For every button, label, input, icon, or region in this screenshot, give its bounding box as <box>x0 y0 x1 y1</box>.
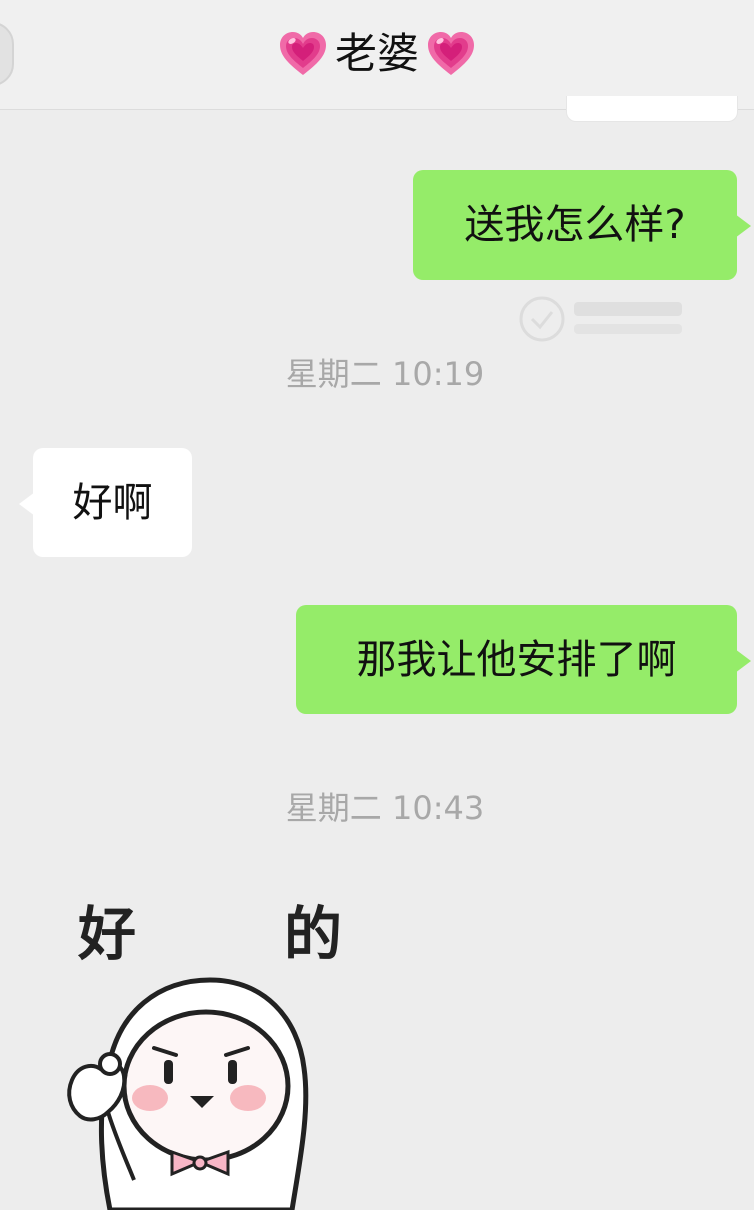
sticker-text-right: 的 <box>284 900 342 968</box>
message-timestamp: 星期二 10:43 <box>285 789 485 827</box>
sticker-bowtie-knot <box>192 1155 208 1171</box>
sticker-blush <box>132 1085 168 1111</box>
sticker-text-left: 好 <box>77 900 136 968</box>
heart-icon <box>428 32 474 75</box>
sticker-eye <box>164 1060 173 1084</box>
message-text: 送我怎么样? <box>464 202 686 248</box>
bubble-tail <box>735 214 751 238</box>
sticker-blush <box>230 1085 266 1111</box>
previous-message-bubble[interactable] <box>566 96 738 122</box>
ok-sticker[interactable]: 好 的 <box>30 890 390 1210</box>
message-text: 好啊 <box>72 479 153 526</box>
bubble-tail <box>19 492 35 516</box>
outgoing-message-bubble[interactable]: 送我怎么样? <box>413 170 751 280</box>
outgoing-message-bubble[interactable]: 那我让他安排了啊 <box>296 605 751 714</box>
message-timestamp: 星期二 10:19 <box>285 355 485 393</box>
incoming-message-bubble[interactable]: 好啊 <box>19 448 192 557</box>
contact-name: 老婆 <box>334 29 419 78</box>
heart-icon <box>279 32 326 75</box>
sticker-ok-hand-loop <box>98 1052 122 1076</box>
sticker-eye <box>228 1060 237 1084</box>
chat-title: 老婆 <box>0 22 754 86</box>
chat-screen: 老婆 送我怎么样? 星期二 10:19 好啊 那我让他安排了啊 星期二 10:4… <box>0 0 754 1210</box>
message-text: 那我让他安排了啊 <box>356 636 677 683</box>
watermark-logo-icon <box>519 296 682 342</box>
bubble-tail <box>735 649 751 673</box>
chat-header: 老婆 <box>0 0 754 110</box>
